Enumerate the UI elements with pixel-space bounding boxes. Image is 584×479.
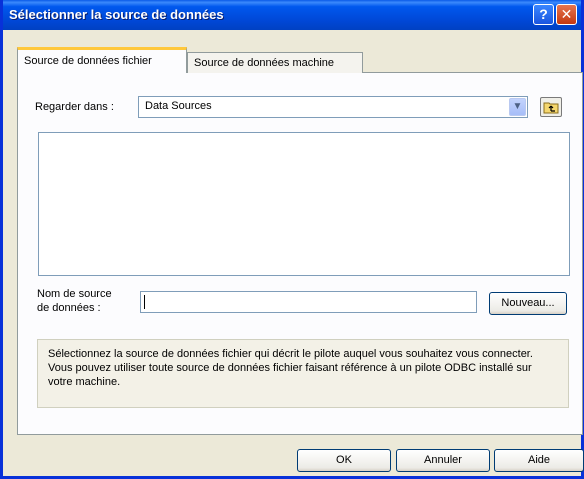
cancel-button[interactable]: Annuler bbox=[396, 449, 490, 472]
dsn-name-input[interactable] bbox=[140, 291, 477, 313]
text-caret bbox=[144, 295, 145, 309]
look-in-dropdown[interactable]: Data Sources ▼ bbox=[138, 96, 528, 118]
window-title: Sélectionner la source de données bbox=[9, 7, 224, 22]
tab-file-data-source[interactable]: Source de données fichier bbox=[17, 47, 187, 73]
look-in-label: Regarder dans : bbox=[35, 101, 114, 113]
select-data-source-dialog: Sélectionner la source de données ? ✕ So… bbox=[0, 0, 584, 479]
data-source-file-list[interactable] bbox=[38, 132, 570, 276]
dsn-name-label-line2: de données : bbox=[37, 302, 101, 314]
description-text: Sélectionnez la source de données fichie… bbox=[37, 339, 569, 408]
ok-button[interactable]: OK bbox=[297, 449, 391, 472]
title-bar[interactable]: Sélectionner la source de données ? ✕ bbox=[3, 0, 581, 30]
new-button[interactable]: Nouveau... bbox=[489, 292, 567, 315]
folder-up-icon bbox=[543, 102, 559, 114]
up-one-level-button[interactable] bbox=[540, 97, 562, 117]
help-icon[interactable]: ? bbox=[533, 4, 554, 25]
help-button[interactable]: Aide bbox=[494, 449, 584, 472]
tab-machine-data-source[interactable]: Source de données machine bbox=[187, 52, 363, 73]
look-in-value: Data Sources bbox=[145, 100, 212, 112]
dsn-name-label-line1: Nom de source bbox=[37, 288, 112, 300]
close-icon[interactable]: ✕ bbox=[556, 4, 577, 25]
chevron-down-icon[interactable]: ▼ bbox=[509, 98, 526, 116]
